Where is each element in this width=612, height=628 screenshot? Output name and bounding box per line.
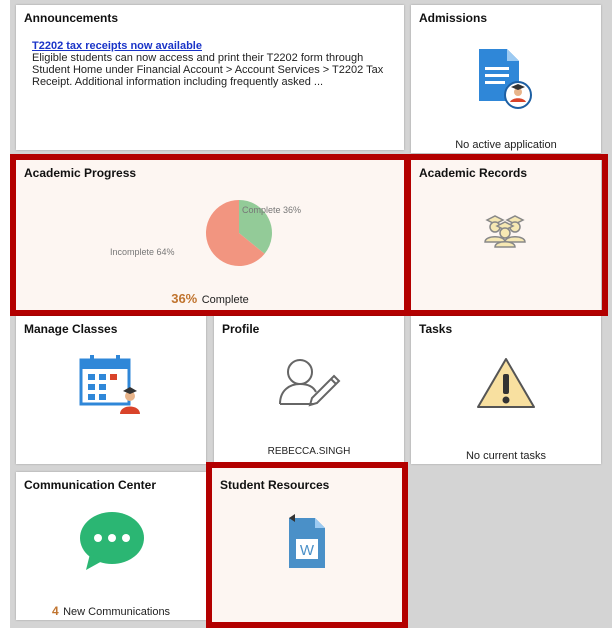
profile-username: REBECCA.SINGH (267, 446, 351, 457)
admissions-status: No active application (455, 139, 557, 151)
pie-label-complete: Complete 36% (242, 205, 302, 215)
progress-percent: 36% (171, 291, 198, 306)
admissions-tile[interactable]: Admissions No active application (411, 5, 601, 153)
announcements-tile[interactable]: Announcements T2202 tax receipts now ava… (16, 5, 404, 150)
tasks-status: No current tasks (465, 450, 547, 462)
warning-icon (477, 358, 535, 408)
communication-center-title: Communication Center (24, 478, 157, 492)
admissions-document-icon (479, 49, 532, 109)
academic-records-tile[interactable]: Academic Records (411, 160, 601, 310)
graduates-icon (484, 215, 526, 248)
academic-progress-title: Academic Progress (24, 166, 137, 180)
academic-progress-tile[interactable]: Academic Progress Complete 36% Incomplet… (16, 160, 404, 310)
admissions-title: Admissions (419, 11, 488, 25)
communication-count-label: New Communications (63, 606, 171, 618)
calendar-icon (79, 355, 140, 414)
student-resources-title: Student Resources (220, 478, 330, 492)
chat-bubble-icon (80, 512, 144, 570)
pie-label-incomplete: Incomplete 64% (110, 247, 175, 257)
communication-summary: 4 New Communications (16, 602, 206, 620)
announcements-title: Announcements (24, 11, 119, 25)
progress-summary: 36% Complete (16, 290, 404, 308)
academic-records-title: Academic Records (419, 166, 528, 180)
tasks-tile[interactable]: Tasks No current tasks (411, 316, 601, 464)
tasks-title: Tasks (419, 322, 453, 336)
user-edit-icon (279, 359, 341, 407)
communication-center-tile[interactable]: Communication Center 4 New Communication… (16, 472, 206, 620)
student-resources-tile[interactable]: Student Resources W (212, 468, 402, 623)
progress-percent-label: Complete (201, 294, 249, 306)
communication-count: 4 (51, 604, 59, 618)
profile-title: Profile (222, 322, 260, 336)
announcement-link[interactable]: T2202 tax receipts now available (32, 40, 202, 52)
manage-classes-tile[interactable]: Manage Classes (16, 316, 206, 464)
profile-tile[interactable]: Profile REBECCA.SINGH (214, 316, 404, 464)
word-document-icon: W (289, 514, 325, 568)
progress-pie-chart (205, 200, 272, 266)
manage-classes-title: Manage Classes (24, 322, 118, 336)
svg-text:W: W (300, 542, 315, 559)
announcement-body: Eligible students can now access and pri… (32, 52, 384, 88)
